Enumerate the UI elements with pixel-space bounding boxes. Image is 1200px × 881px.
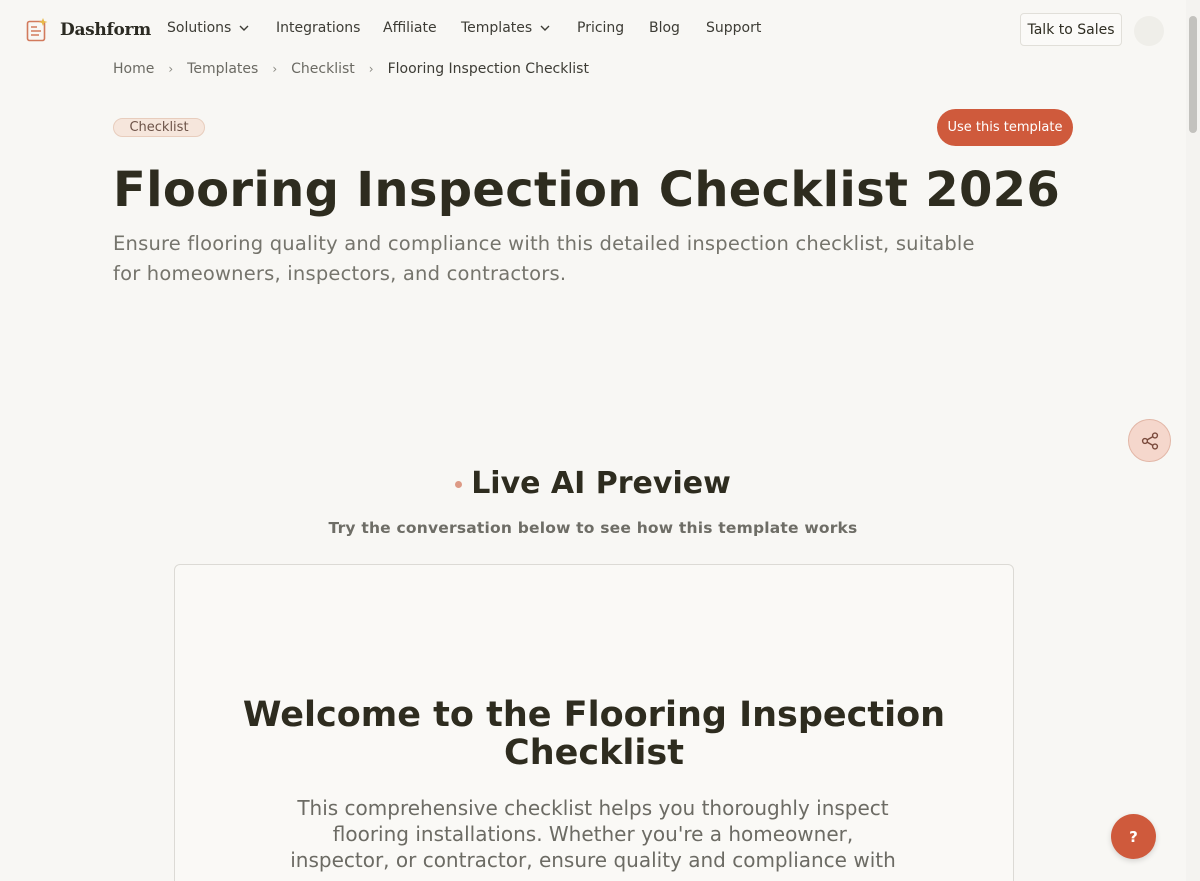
chevron-right-icon: › [368,62,374,76]
chevron-down-icon [239,25,249,31]
share-icon [1141,431,1158,450]
nav-label: Pricing [577,20,625,36]
page-title: Flooring Inspection Checklist 2026 [113,162,1061,218]
page-subtitle: Ensure flooring quality and compliance w… [113,232,975,285]
help-button[interactable]: ? [1111,814,1156,859]
nav-label: Blog [649,20,680,36]
talk-to-sales-button[interactable]: Talk to Sales [1020,13,1122,46]
nav-label: Solutions [167,20,232,36]
chevron-right-icon: › [272,62,278,76]
nav-solutions[interactable]: Solutions [167,20,276,36]
nav-pricing[interactable]: Pricing [577,20,649,36]
chevron-down-icon [540,25,550,31]
breadcrumb-home[interactable]: Home [113,61,154,77]
live-preview-heading: Live AI Preview [0,466,1186,501]
live-preview-title: Live AI Preview [471,466,731,501]
use-template-button[interactable]: Use this template [937,109,1073,146]
document-sparkle-icon [26,18,48,42]
nav-templates[interactable]: Templates [461,20,577,36]
breadcrumb: Home › Templates › Checklist › Flooring … [113,61,589,77]
live-preview-subtitle: Try the conversation below to see how th… [328,519,858,537]
nav-integrations[interactable]: Integrations [276,20,383,36]
brand-name: Dashform [60,20,151,40]
share-button[interactable] [1128,419,1171,462]
nav-support[interactable]: Support [706,20,761,36]
breadcrumb-templates[interactable]: Templates [187,61,258,77]
brand-logo[interactable]: Dashform [26,18,151,42]
main-nav: Solutions Integrations Affiliate Templat… [167,20,761,36]
nav-label: Integrations [276,20,361,36]
nav-label: Support [706,20,762,36]
nav-label: Templates [461,20,533,36]
nav-blog[interactable]: Blog [649,20,706,36]
scrollbar-thumb[interactable] [1189,16,1197,133]
chevron-right-icon: › [168,62,174,76]
nav-affiliate[interactable]: Affiliate [383,20,461,36]
nav-label: Affiliate [383,20,437,36]
breadcrumb-checklist[interactable]: Checklist [291,61,355,77]
avatar[interactable] [1134,16,1164,46]
category-tag[interactable]: Checklist [113,118,205,137]
welcome-text: This comprehensive checklist helps you t… [290,796,896,881]
breadcrumb-current: Flooring Inspection Checklist [387,61,589,77]
site-header: Dashform Solutions Integrations Affiliat… [0,0,1186,60]
status-dot [455,481,463,488]
welcome-title: Welcome to the Flooring Inspection Check… [242,695,946,773]
